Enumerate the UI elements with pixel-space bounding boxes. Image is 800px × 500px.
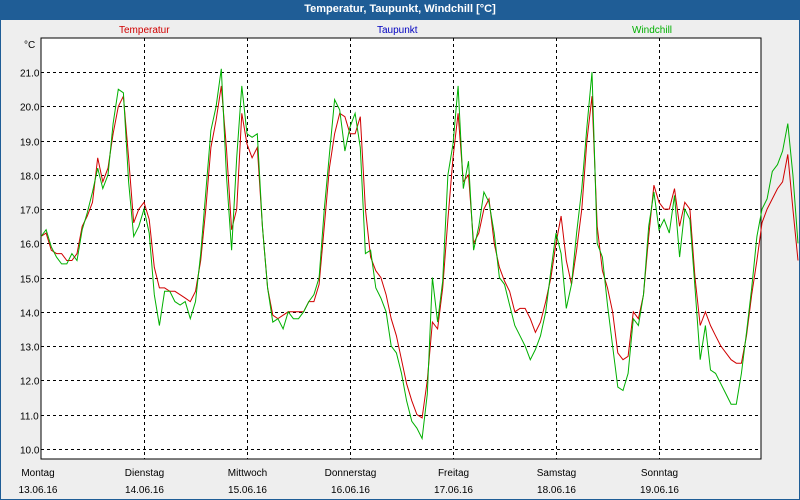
y-tick-label: 12.0 [20,377,40,388]
temperature-chart: °C 10.0 11.0 12.0 13.0 14.0 15.0 16.0 17.0 18.0 19… [19,37,799,496]
x-tick-day: Donnerstag [325,468,377,479]
y-tick-label: 14.0 [20,309,40,320]
x-tick-day: Mittwoch [228,468,267,479]
x-tick-date: 18.06.16 [537,485,576,496]
y-tick-label: 21.0 [20,69,40,80]
y-tick-label: 16.0 [20,240,40,251]
x-tick-day: Sonntag [641,468,678,479]
y-tick-label: 10.0 [20,446,40,457]
y-tick-label: 17.0 [20,206,40,217]
y-axis-unit: °C [24,40,35,51]
x-tick-day: Dienstag [125,468,164,479]
y-tick-label: 11.0 [20,412,39,423]
x-tick-date: 13.06.16 [19,485,58,496]
x-tick-date: 17.06.16 [434,485,473,496]
y-tick-label: 19.0 [20,138,40,149]
x-tick-date: 15.06.16 [228,485,267,496]
y-tick-label: 15.0 [20,275,40,286]
x-tick-date: 14.06.16 [125,485,164,496]
plot-area [40,37,762,460]
x-tick-date: 19.06.16 [640,485,679,496]
x-tick-day: Montag [21,468,54,479]
x-tick-day: Samstag [537,468,576,479]
y-tick-label: 20.0 [20,103,40,114]
x-tick-day: Freitag [438,468,469,479]
x-tick-date: 16.06.16 [331,485,370,496]
y-tick-label: 13.0 [20,343,40,354]
y-tick-label: 18.0 [20,172,40,183]
